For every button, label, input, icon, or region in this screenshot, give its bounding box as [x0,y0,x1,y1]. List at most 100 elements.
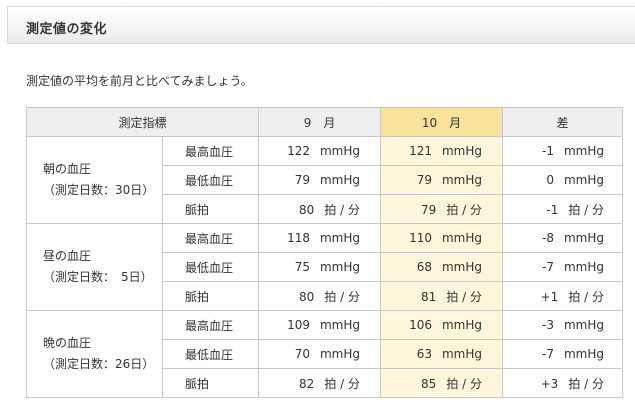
curr-value: 110 [409,231,432,245]
unit: mmHg [441,347,483,361]
curr-value: 68 [416,260,432,274]
curr-value-cell: 85 拍 / 分 [380,368,504,398]
diff-value: -1 [542,144,554,158]
page: 測定値の変化 測定値の平均を前月と比べてみましょう。 測定指標 9 月 10 月… [0,0,635,413]
diff-value: +3 [540,376,559,391]
group-name: 昼の血圧 [43,249,92,263]
diff-value: +1 [540,289,559,304]
unit: 拍 / 分 [568,202,605,217]
measurement-table: 測定指標 9 月 10 月 差 朝の血圧 （測定日数：30日） 最高血圧 122… [25,107,624,398]
prev-value-cell: 79 mmHg [258,165,382,195]
unit: mmHg [441,318,483,332]
prev-value-cell: 80 拍 / 分 [258,281,382,311]
unit: mmHg [563,347,605,361]
section-header: 測定値の変化 [7,6,635,44]
table-row: 晩の血圧 （測定日数：26日） 最高血圧 109 mmHg 106 mmHg -3 m… [26,310,624,398]
header-diff: 差 [502,107,624,137]
metric-label: 最高血圧 [161,310,260,340]
curr-value-cell: 110 mmHg [380,223,504,253]
unit: 拍 / 分 [446,202,483,217]
unit: mmHg [441,231,483,245]
unit: mmHg [319,347,361,361]
curr-value: 106 [409,318,432,332]
metric-label: 最低血圧 [161,165,260,195]
prev-value-cell: 70 mmHg [258,339,382,369]
curr-value-cell: 106 mmHg [380,310,504,340]
diff-value: -7 [542,260,554,274]
intro-text: 測定値の平均を前月と比べてみましょう。 [26,74,253,88]
diff-value-cell: -8 mmHg [502,223,624,253]
diff-value: -7 [542,347,554,361]
table-row: 朝の血圧 （測定日数：30日） 最高血圧 122 mmHg 121 mmHg -1 m… [26,136,624,224]
metric-label: 最高血圧 [161,136,260,166]
prev-value-cell: 80 拍 / 分 [258,194,382,224]
diff-value-cell: -1 mmHg [502,136,624,166]
unit: mmHg [563,260,605,274]
diff-value-cell: +3 拍 / 分 [502,368,624,398]
prev-value-cell: 82 拍 / 分 [258,368,382,398]
curr-value: 121 [409,144,432,158]
prev-value: 75 [294,260,310,274]
diff-value-cell: +1 拍 / 分 [502,281,624,311]
metric-label: 最高血圧 [161,223,260,253]
unit: 拍 / 分 [568,376,605,391]
diff-value-cell: -7 mmHg [502,252,624,282]
curr-value-cell: 68 mmHg [380,252,504,282]
prev-value: 109 [287,318,310,332]
unit: 拍 / 分 [324,376,361,391]
group-label-evening: 晩の血圧 （測定日数：26日） [26,310,163,398]
unit: 拍 / 分 [446,376,483,391]
prev-value: 79 [294,173,310,187]
group-days: （測定日数： 5日） [43,270,153,284]
curr-value-cell: 79 拍 / 分 [380,194,504,224]
unit: mmHg [441,260,483,274]
curr-value: 85 [421,376,437,391]
prev-value: 70 [294,347,310,361]
diff-value-cell: -3 mmHg [502,310,624,340]
diff-value: -8 [542,231,554,245]
unit: 拍 / 分 [324,202,361,217]
diff-value: -3 [542,318,554,332]
unit: mmHg [319,173,361,187]
header-current-month: 10 月 [380,107,504,137]
curr-value: 81 [421,289,437,304]
group-label-noon: 昼の血圧 （測定日数： 5日） [26,223,163,311]
diff-value-cell: -7 mmHg [502,339,624,369]
curr-value: 79 [416,173,432,187]
unit: 拍 / 分 [324,289,361,304]
group-label-morning: 朝の血圧 （測定日数：30日） [26,136,163,224]
unit: mmHg [319,318,361,332]
unit: mmHg [563,173,605,187]
prev-value: 80 [299,202,315,217]
curr-value: 79 [421,202,437,217]
header-prev-month: 9 月 [258,107,382,137]
prev-value-cell: 109 mmHg [258,310,382,340]
unit: 拍 / 分 [568,289,605,304]
table-row: 昼の血圧 （測定日数： 5日） 最高血圧 118 mmHg 110 mmHg -8 m… [26,223,624,311]
prev-value-cell: 122 mmHg [258,136,382,166]
header-indicator: 測定指標 [25,107,260,137]
prev-value: 80 [299,289,315,304]
metric-label: 脈拍 [161,368,260,398]
group-name: 朝の血圧 [43,162,92,176]
metric-label: 脈拍 [161,194,260,224]
metric-label: 最低血圧 [161,252,260,282]
group-name: 晩の血圧 [43,336,92,350]
unit: mmHg [441,173,483,187]
diff-value-cell: -1 拍 / 分 [502,194,624,224]
prev-value-cell: 118 mmHg [258,223,382,253]
curr-value-cell: 81 拍 / 分 [380,281,504,311]
curr-value: 63 [416,347,432,361]
diff-value-cell: 0 mmHg [502,165,624,195]
prev-value-cell: 75 mmHg [258,252,382,282]
unit: mmHg [319,231,361,245]
table-header-row: 測定指標 9 月 10 月 差 [25,107,624,137]
unit: mmHg [563,144,605,158]
metric-label: 脈拍 [161,281,260,311]
section-title: 測定値の変化 [26,22,108,37]
unit: mmHg [319,260,361,274]
group-days: （測定日数：30日） [43,183,155,197]
unit: 拍 / 分 [446,289,483,304]
prev-value: 118 [287,231,310,245]
unit: mmHg [563,231,605,245]
